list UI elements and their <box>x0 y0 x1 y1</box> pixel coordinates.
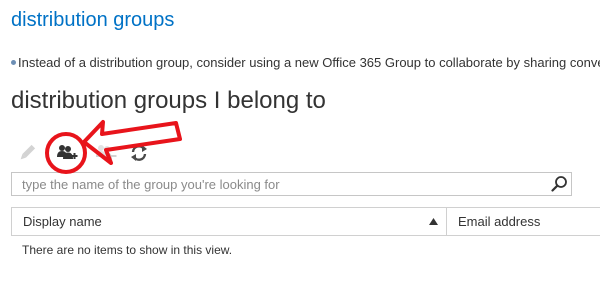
column-header-email-address[interactable]: Email address <box>447 208 600 235</box>
toolbar <box>0 130 600 176</box>
search-icon[interactable] <box>551 175 569 193</box>
grid-header: Display name Email address <box>11 207 600 236</box>
search-box <box>11 172 572 196</box>
page-title: distribution groups <box>11 9 175 31</box>
info-message: Instead of a distribution group, conside… <box>11 55 600 70</box>
refresh-icon[interactable] <box>129 143 149 163</box>
info-text: Instead of a distribution group, conside… <box>18 55 600 70</box>
info-bullet-icon <box>11 60 16 66</box>
leave-group-icon[interactable] <box>95 143 117 163</box>
pencil-icon[interactable] <box>17 143 37 163</box>
section-title: distribution groups I belong to <box>11 87 326 114</box>
empty-list-message: There are no items to show in this view. <box>22 243 233 257</box>
column-header-display-name[interactable]: Display name <box>12 208 447 235</box>
column-label: Display name <box>23 214 102 229</box>
search-input[interactable] <box>12 173 552 195</box>
sort-ascending-icon <box>429 218 438 225</box>
join-group-icon[interactable] <box>56 143 78 163</box>
column-label: Email address <box>458 214 541 229</box>
